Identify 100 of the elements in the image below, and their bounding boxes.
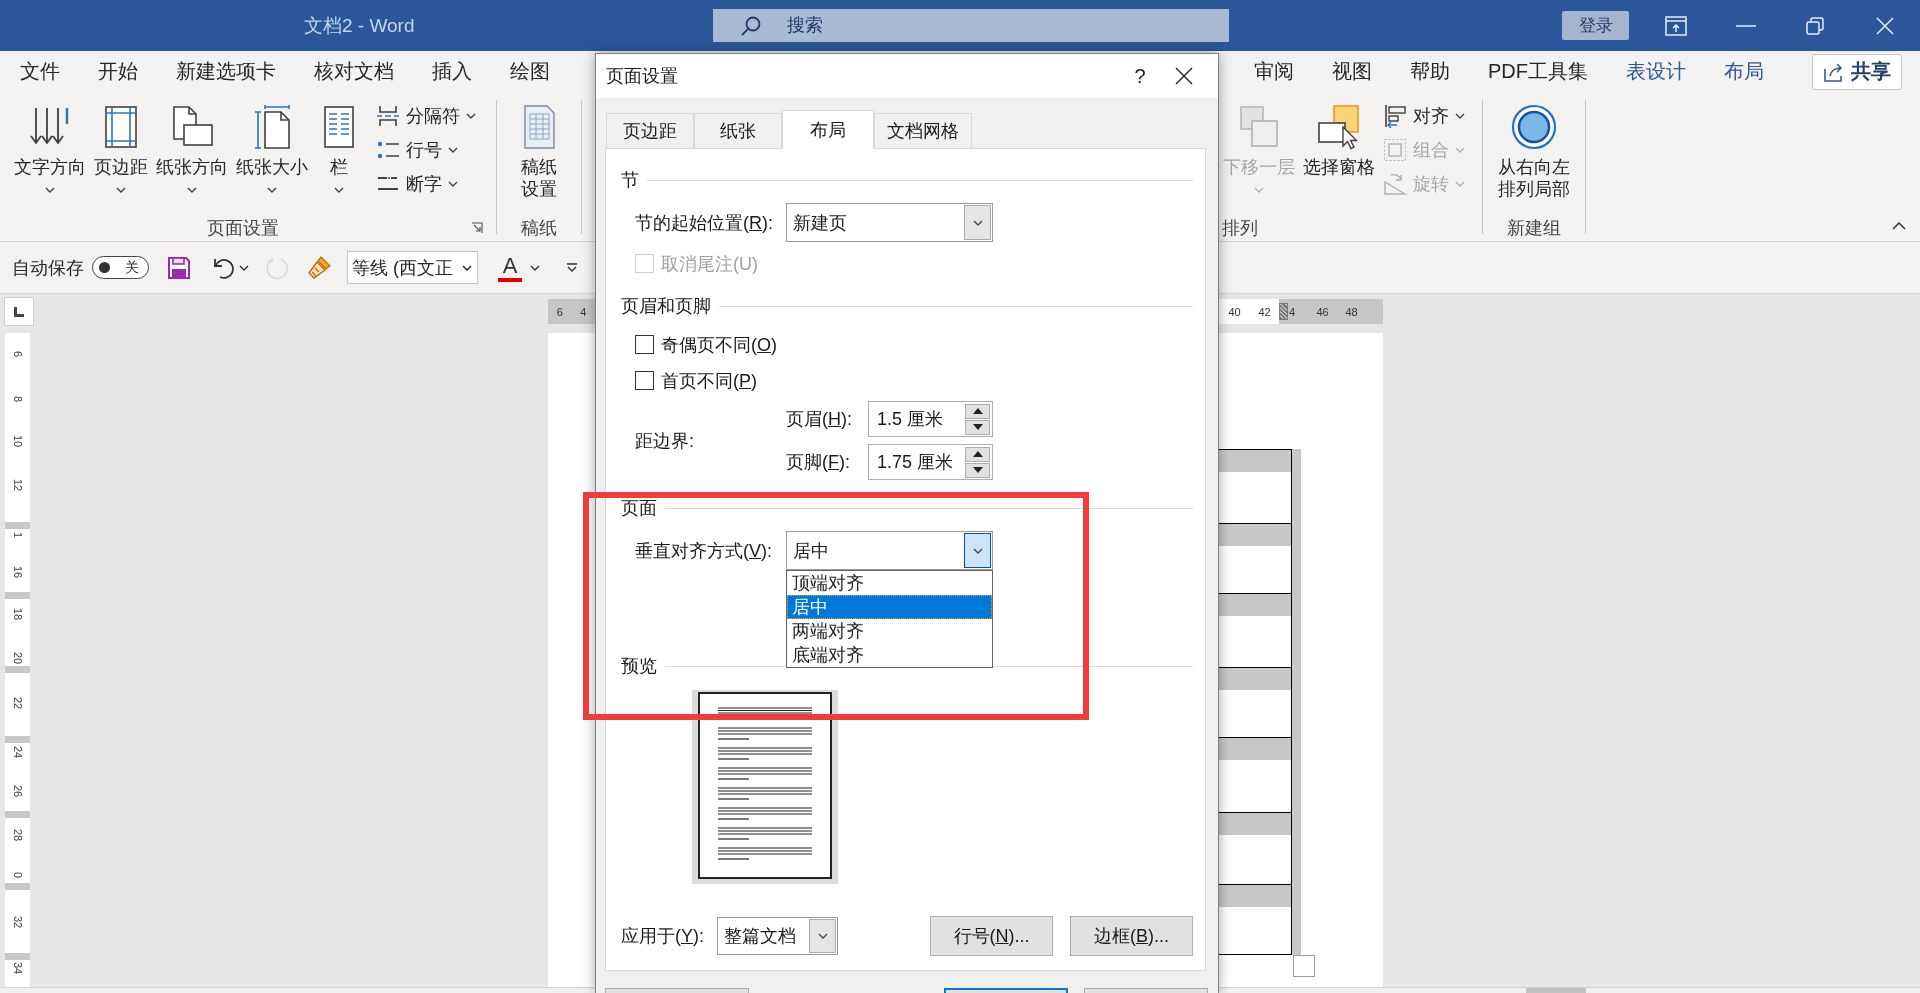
spin-up-button[interactable] (965, 403, 990, 419)
ruler-number: 8 (11, 395, 24, 403)
ruler-row-marker[interactable] (5, 666, 30, 673)
dropdown-option[interactable]: 顶端对齐 (787, 571, 992, 595)
dialog-launcher-button[interactable] (470, 221, 484, 235)
customize-icon (566, 262, 578, 273)
restore-icon[interactable] (1806, 16, 1825, 35)
ribbon-button[interactable]: 分隔符 (376, 99, 476, 133)
ribbon-button[interactable]: 文字方向 (10, 92, 90, 193)
ruler-number: 10 (11, 434, 24, 448)
dialog-button[interactable]: 边框(B)... (1070, 916, 1193, 956)
checkbox[interactable] (635, 371, 654, 390)
ribbon-button[interactable]: 对齐 (1383, 99, 1465, 133)
share-button[interactable]: 共享 (1812, 53, 1902, 90)
redo-icon (265, 255, 289, 280)
tab-selector-button[interactable] (4, 297, 34, 326)
dropdown-option[interactable]: 两端对齐 (787, 619, 992, 643)
ruler-row-marker[interactable] (5, 592, 30, 599)
ribbon-button[interactable]: 断字 (376, 167, 476, 201)
ribbon-tab[interactable]: 绘图 (491, 51, 569, 92)
checkbox-label[interactable]: 奇偶页不同(O) (661, 332, 777, 357)
ribbon-button[interactable]: 栏 (312, 92, 366, 193)
ribbon-display-icon[interactable] (1664, 15, 1687, 36)
dialog-tab[interactable]: 页边距 (606, 113, 694, 148)
ruler-row-marker[interactable] (5, 883, 30, 890)
ribbon-button[interactable]: 行号 (376, 133, 476, 167)
ruler-row-marker[interactable] (5, 953, 30, 960)
customize-button[interactable] (566, 262, 578, 273)
ribbon-tab[interactable]: 表设计 (1607, 51, 1705, 92)
section-title: 页眉和页脚 (621, 295, 711, 318)
spin-down-button[interactable] (965, 419, 990, 435)
spin-up-button[interactable] (965, 446, 990, 462)
caret-icon (334, 187, 344, 193)
spin-field[interactable]: 1.5 厘米 (868, 401, 993, 437)
select-field[interactable]: 整篇文档 (717, 917, 838, 955)
close-icon[interactable] (1876, 16, 1895, 35)
format-painter-button[interactable] (307, 255, 331, 280)
spin-field[interactable]: 1.75 厘米 (868, 444, 993, 480)
ribbon-tab[interactable]: 帮助 (1391, 51, 1469, 92)
ribbon-tab[interactable]: 视图 (1313, 51, 1391, 92)
caret-icon (1254, 187, 1264, 193)
checkbox-label[interactable]: 首页不同(P) (661, 368, 757, 393)
checkbox[interactable] (635, 335, 654, 354)
ruler-row-marker[interactable] (5, 811, 30, 818)
share-icon (1823, 61, 1845, 82)
ribbon-tab[interactable]: 审阅 (1235, 51, 1313, 92)
select-field[interactable]: 新建页 (786, 203, 993, 242)
ruler-row-marker[interactable] (5, 736, 30, 743)
ribbon-tab[interactable]: PDF工具集 (1469, 51, 1607, 92)
dialog-button[interactable] (944, 988, 1068, 993)
dialog-tab[interactable]: 布局 (782, 110, 874, 149)
dialog-button[interactable]: 行号(N)... (930, 916, 1053, 956)
dropdown-option[interactable]: 底端对齐 (787, 643, 992, 667)
ribbon-button[interactable]: 纸张方向 (152, 92, 232, 193)
down-triangle-icon (972, 467, 983, 473)
font-color-button[interactable]: A (498, 253, 540, 282)
row-shading (1219, 738, 1291, 760)
autosave-toggle[interactable]: 关 (92, 256, 149, 279)
corner-arrow-icon (471, 222, 483, 234)
caret-icon (1455, 113, 1465, 119)
ribbon-tab[interactable]: 新建选项卡 (157, 51, 295, 92)
ribbon-tab[interactable]: 开始 (79, 51, 157, 92)
down-triangle-icon (972, 424, 983, 430)
ribbon-tab[interactable]: 文件 (1, 51, 79, 92)
caret-icon (972, 219, 983, 226)
scrollbar-thumb[interactable] (1526, 988, 1586, 993)
ribbon-tab[interactable]: 插入 (413, 51, 491, 92)
ribbon-button[interactable]: 选择窗格 (1299, 92, 1379, 178)
caret-icon (239, 264, 249, 271)
select-field[interactable]: 居中 (786, 531, 993, 570)
ribbon-button[interactable]: 页边距 (90, 92, 152, 193)
ribbon-tab[interactable]: 布局 (1705, 51, 1783, 92)
ribbon-button[interactable]: 稿纸设置 (512, 92, 566, 200)
ruler-number: 32 (11, 915, 24, 929)
ruler-row-marker[interactable] (5, 522, 30, 529)
dropdown-button[interactable] (964, 533, 991, 568)
ribbon-button[interactable]: 从右向左排列局部 (1494, 92, 1574, 200)
caret-icon (462, 264, 472, 271)
ruler-number: 42 (1250, 299, 1279, 324)
ribbon-button[interactable]: 纸张大小 (232, 92, 312, 193)
search-field[interactable]: 搜索 (713, 9, 1229, 42)
ruler-number: 26 (11, 784, 24, 798)
ribbon-tab[interactable]: 核对文档 (295, 51, 413, 92)
dialog-tab[interactable]: 纸张 (694, 113, 782, 148)
dialog-tab[interactable]: 文档网格 (874, 113, 972, 148)
spin-down-button[interactable] (965, 462, 990, 478)
font-field[interactable]: 等线 (西文正 (347, 251, 478, 284)
help-button[interactable]: ? (1120, 54, 1160, 98)
column-marker-icon[interactable] (1279, 303, 1288, 320)
dropdown-option[interactable]: 居中 (787, 595, 992, 619)
caret-icon (116, 187, 126, 193)
caret-icon (1455, 181, 1465, 187)
ruler-number: 22 (11, 696, 24, 710)
table-resize-handle[interactable] (1293, 955, 1315, 977)
minimize-icon[interactable] (1735, 24, 1756, 27)
sign-in-button[interactable]: 登录 (1562, 11, 1629, 40)
circle-icon (1511, 104, 1557, 150)
field-label: 垂直对齐方式(V): (635, 539, 773, 563)
caret-icon (972, 547, 983, 554)
save-button[interactable] (167, 255, 191, 280)
